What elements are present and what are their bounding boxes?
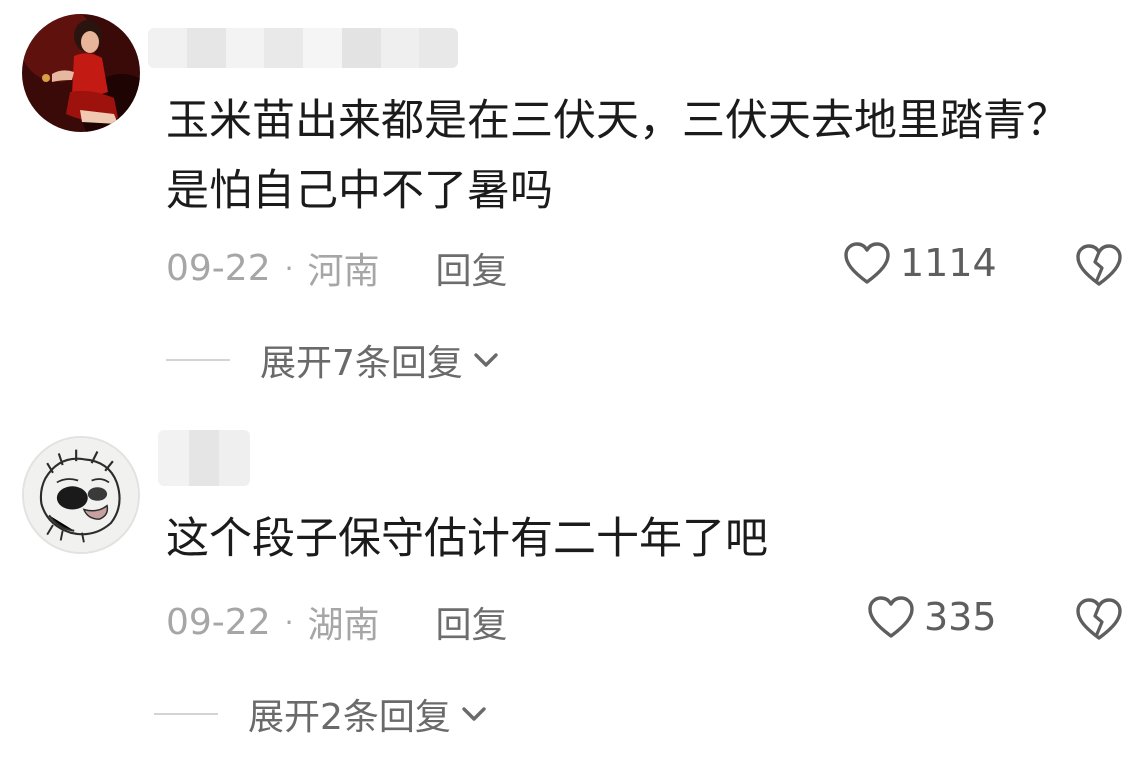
meta-separator: · xyxy=(284,605,294,639)
expand-replies-label: 展开7条回复 xyxy=(260,343,463,384)
avatar-image xyxy=(22,14,140,132)
avatar[interactable] xyxy=(22,14,140,132)
comment-meta: 09-22 · 河南 回复 xyxy=(166,242,508,294)
username-blurred[interactable] xyxy=(148,28,458,68)
reply-button[interactable]: 回复 xyxy=(436,242,508,294)
heart-icon xyxy=(844,242,890,284)
heart-icon xyxy=(868,596,914,638)
reply-button[interactable]: 回复 xyxy=(436,596,508,648)
like-button[interactable]: 1114 xyxy=(842,240,997,286)
broken-heart-icon xyxy=(1076,244,1122,286)
comment-date: 09-22 xyxy=(166,247,271,289)
like-button[interactable]: 335 xyxy=(866,594,997,640)
broken-heart-icon xyxy=(1076,598,1122,640)
divider-line xyxy=(154,713,218,715)
like-count: 335 xyxy=(924,595,997,639)
comment-location: 河南 xyxy=(307,251,380,292)
comment-item: 这个段子保守估计有二十年了吧 09-22 · 湖南 回复 335 展开2条回复 xyxy=(0,400,1136,758)
username-blurred[interactable] xyxy=(158,430,250,486)
comment-date: 09-22 xyxy=(166,601,271,643)
comment-text: 这个段子保守估计有二十年了吧 xyxy=(166,514,768,564)
expand-replies-button[interactable]: 展开2条回复 xyxy=(154,688,489,740)
comment-text: 玉米苗出来都是在三伏天，三伏天去地里踏青？是怕自己中不了暑吗 xyxy=(166,96,1069,216)
avatar[interactable] xyxy=(22,436,140,554)
dislike-button[interactable] xyxy=(1074,596,1124,646)
chevron-down-icon xyxy=(474,353,498,367)
comment-item: 玉米苗出来都是在三伏天，三伏天去地里踏青？是怕自己中不了暑吗 09-22 · 河… xyxy=(0,0,1136,400)
chevron-down-icon xyxy=(462,707,486,721)
comment-location: 湖南 xyxy=(307,605,380,646)
divider-line xyxy=(166,359,230,361)
expand-replies-button[interactable]: 展开7条回复 xyxy=(166,334,501,386)
avatar-image xyxy=(24,438,138,552)
like-count: 1114 xyxy=(900,241,997,285)
comment-meta: 09-22 · 湖南 回复 xyxy=(166,596,508,648)
dislike-button[interactable] xyxy=(1074,242,1124,292)
expand-replies-label: 展开2条回复 xyxy=(248,697,451,738)
meta-separator: · xyxy=(284,251,294,285)
